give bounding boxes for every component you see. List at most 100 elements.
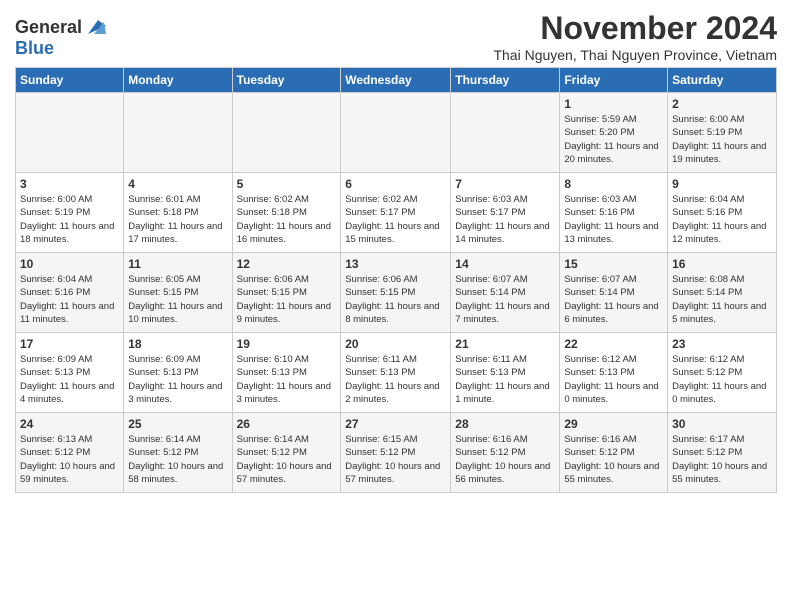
calendar-cell: 18Sunrise: 6:09 AMSunset: 5:13 PMDayligh… [124, 333, 232, 413]
day-info: Sunrise: 6:14 AMSunset: 5:12 PMDaylight:… [128, 433, 227, 486]
day-number: 28 [455, 417, 555, 431]
day-number: 3 [20, 177, 119, 191]
logo-general-text: General [15, 17, 82, 38]
day-info: Sunrise: 6:07 AMSunset: 5:14 PMDaylight:… [455, 273, 555, 326]
day-info: Sunrise: 6:11 AMSunset: 5:13 PMDaylight:… [455, 353, 555, 406]
day-number: 7 [455, 177, 555, 191]
day-number: 14 [455, 257, 555, 271]
calendar-week-2: 3 Sunrise: 6:00 AMSunset: 5:19 PMDaylight… [16, 173, 777, 253]
calendar-cell: 28Sunrise: 6:16 AMSunset: 5:12 PMDayligh… [451, 413, 560, 493]
calendar-cell: 11 Sunrise: 6:05 AMSunset: 5:15 PMDayligh… [124, 253, 232, 333]
day-number: 17 [20, 337, 119, 351]
day-number: 12 [237, 257, 337, 271]
day-info: Sunrise: 6:00 AMSunset: 5:19 PMDaylight:… [672, 113, 772, 166]
calendar-cell [232, 93, 341, 173]
day-number: 2 [672, 97, 772, 111]
col-header-sunday: Sunday [16, 68, 124, 93]
calendar-cell: 9 Sunrise: 6:04 AMSunset: 5:16 PMDaylight… [668, 173, 777, 253]
calendar-cell: 21 Sunrise: 6:11 AMSunset: 5:13 PMDayligh… [451, 333, 560, 413]
calendar-cell: 14 Sunrise: 6:07 AMSunset: 5:14 PMDayligh… [451, 253, 560, 333]
col-header-wednesday: Wednesday [341, 68, 451, 93]
page-header: General Blue November 2024 Thai Nguyen, … [15, 10, 777, 63]
calendar-cell [16, 93, 124, 173]
calendar-header-row: SundayMondayTuesdayWednesdayThursdayFrid… [16, 68, 777, 93]
day-number: 10 [20, 257, 119, 271]
day-number: 19 [237, 337, 337, 351]
col-header-tuesday: Tuesday [232, 68, 341, 93]
day-info: Sunrise: 6:08 AMSunset: 5:14 PMDaylight:… [672, 273, 772, 326]
day-number: 30 [672, 417, 772, 431]
day-info: Sunrise: 6:04 AMSunset: 5:16 PMDaylight:… [20, 273, 119, 326]
calendar-cell: 30 Sunrise: 6:17 AMSunset: 5:12 PMDayligh… [668, 413, 777, 493]
logo: General Blue [15, 10, 106, 59]
day-info: Sunrise: 5:59 AMSunset: 5:20 PMDaylight:… [564, 113, 663, 166]
day-number: 4 [128, 177, 227, 191]
location-subtitle: Thai Nguyen, Thai Nguyen Province, Vietn… [493, 47, 777, 63]
month-year-title: November 2024 [493, 10, 777, 47]
calendar-cell: 22 Sunrise: 6:12 AMSunset: 5:13 PMDayligh… [560, 333, 668, 413]
day-info: Sunrise: 6:09 AMSunset: 5:13 PMDaylight:… [128, 353, 227, 406]
calendar-cell: 1 Sunrise: 5:59 AMSunset: 5:20 PMDaylight… [560, 93, 668, 173]
calendar-cell [451, 93, 560, 173]
day-number: 9 [672, 177, 772, 191]
calendar-week-4: 17 Sunrise: 6:09 AMSunset: 5:13 PMDayligh… [16, 333, 777, 413]
calendar-cell: 8Sunrise: 6:03 AMSunset: 5:16 PMDaylight… [560, 173, 668, 253]
day-info: Sunrise: 6:13 AMSunset: 5:12 PMDaylight:… [20, 433, 119, 486]
day-info: Sunrise: 6:05 AMSunset: 5:15 PMDaylight:… [128, 273, 227, 326]
calendar-cell: 4 Sunrise: 6:01 AMSunset: 5:18 PMDaylight… [124, 173, 232, 253]
day-info: Sunrise: 6:01 AMSunset: 5:18 PMDaylight:… [128, 193, 227, 246]
calendar-cell: 19 Sunrise: 6:10 AMSunset: 5:13 PMDayligh… [232, 333, 341, 413]
day-info: Sunrise: 6:06 AMSunset: 5:15 PMDaylight:… [345, 273, 446, 326]
calendar-cell [124, 93, 232, 173]
calendar-cell: 27Sunrise: 6:15 AMSunset: 5:12 PMDayligh… [341, 413, 451, 493]
calendar-week-3: 10 Sunrise: 6:04 AMSunset: 5:16 PMDayligh… [16, 253, 777, 333]
day-info: Sunrise: 6:03 AMSunset: 5:17 PMDaylight:… [455, 193, 555, 246]
day-info: Sunrise: 6:17 AMSunset: 5:12 PMDaylight:… [672, 433, 772, 486]
calendar-cell: 6Sunrise: 6:02 AMSunset: 5:17 PMDaylight… [341, 173, 451, 253]
day-info: Sunrise: 6:11 AMSunset: 5:13 PMDaylight:… [345, 353, 446, 406]
day-number: 5 [237, 177, 337, 191]
calendar-cell: 29Sunrise: 6:16 AMSunset: 5:12 PMDayligh… [560, 413, 668, 493]
calendar-cell: 16 Sunrise: 6:08 AMSunset: 5:14 PMDayligh… [668, 253, 777, 333]
calendar-cell: 15 Sunrise: 6:07 AMSunset: 5:14 PMDayligh… [560, 253, 668, 333]
day-number: 11 [128, 257, 227, 271]
calendar-cell: 3 Sunrise: 6:00 AMSunset: 5:19 PMDaylight… [16, 173, 124, 253]
day-info: Sunrise: 6:14 AMSunset: 5:12 PMDaylight:… [237, 433, 337, 486]
day-info: Sunrise: 6:07 AMSunset: 5:14 PMDaylight:… [564, 273, 663, 326]
calendar-cell: 20 Sunrise: 6:11 AMSunset: 5:13 PMDayligh… [341, 333, 451, 413]
calendar-cell: 26 Sunrise: 6:14 AMSunset: 5:12 PMDayligh… [232, 413, 341, 493]
calendar-cell: 5 Sunrise: 6:02 AMSunset: 5:18 PMDaylight… [232, 173, 341, 253]
day-number: 6 [345, 177, 446, 191]
day-info: Sunrise: 6:06 AMSunset: 5:15 PMDaylight:… [237, 273, 337, 326]
day-number: 22 [564, 337, 663, 351]
col-header-thursday: Thursday [451, 68, 560, 93]
day-number: 13 [345, 257, 446, 271]
day-number: 16 [672, 257, 772, 271]
day-number: 15 [564, 257, 663, 271]
calendar-cell: 12 Sunrise: 6:06 AMSunset: 5:15 PMDayligh… [232, 253, 341, 333]
day-info: Sunrise: 6:12 AMSunset: 5:12 PMDaylight:… [672, 353, 772, 406]
day-number: 1 [564, 97, 663, 111]
day-info: Sunrise: 6:10 AMSunset: 5:13 PMDaylight:… [237, 353, 337, 406]
day-info: Sunrise: 6:00 AMSunset: 5:19 PMDaylight:… [20, 193, 119, 246]
calendar-cell: 24Sunrise: 6:13 AMSunset: 5:12 PMDayligh… [16, 413, 124, 493]
col-header-monday: Monday [124, 68, 232, 93]
calendar-table: SundayMondayTuesdayWednesdayThursdayFrid… [15, 67, 777, 493]
calendar-week-1: 1 Sunrise: 5:59 AMSunset: 5:20 PMDaylight… [16, 93, 777, 173]
logo-icon [84, 16, 106, 38]
calendar-cell [341, 93, 451, 173]
logo-blue-text: Blue [15, 38, 54, 59]
calendar-cell: 25Sunrise: 6:14 AMSunset: 5:12 PMDayligh… [124, 413, 232, 493]
calendar-cell: 10 Sunrise: 6:04 AMSunset: 5:16 PMDayligh… [16, 253, 124, 333]
day-number: 29 [564, 417, 663, 431]
day-number: 21 [455, 337, 555, 351]
day-number: 26 [237, 417, 337, 431]
calendar-cell: 17 Sunrise: 6:09 AMSunset: 5:13 PMDayligh… [16, 333, 124, 413]
day-number: 20 [345, 337, 446, 351]
day-info: Sunrise: 6:03 AMSunset: 5:16 PMDaylight:… [564, 193, 663, 246]
day-info: Sunrise: 6:02 AMSunset: 5:18 PMDaylight:… [237, 193, 337, 246]
day-info: Sunrise: 6:12 AMSunset: 5:13 PMDaylight:… [564, 353, 663, 406]
day-info: Sunrise: 6:09 AMSunset: 5:13 PMDaylight:… [20, 353, 119, 406]
calendar-cell: 23Sunrise: 6:12 AMSunset: 5:12 PMDayligh… [668, 333, 777, 413]
day-info: Sunrise: 6:04 AMSunset: 5:16 PMDaylight:… [672, 193, 772, 246]
